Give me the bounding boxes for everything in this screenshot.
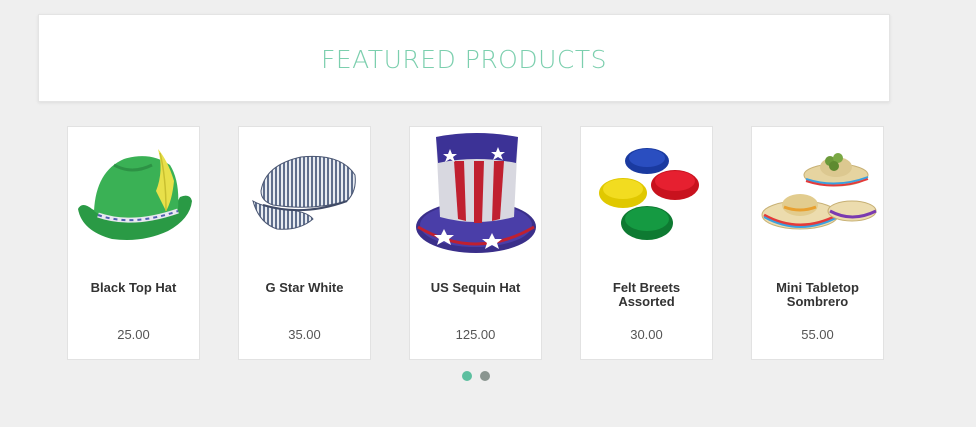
product-price: 30.00 (630, 327, 663, 342)
product-card[interactable]: Black Top Hat 25.00 (67, 126, 200, 360)
product-card[interactable]: G Star White 35.00 (238, 126, 371, 360)
mini-sombreros-icon (761, 153, 877, 230)
featured-products-header: FEATURED PRODUCTS (38, 14, 890, 102)
felt-berets-icon (599, 148, 699, 240)
section-title: FEATURED PRODUCTS (320, 45, 608, 74)
green-feather-hat-icon (78, 149, 192, 240)
product-card[interactable]: Felt Breets Assorted 30.00 (580, 126, 713, 360)
product-price: 125.00 (455, 327, 496, 342)
product-name[interactable]: US Sequin Hat (414, 281, 537, 295)
product-name[interactable]: Mini Tabletop Sombrero (756, 281, 879, 309)
striped-engineer-cap-icon (252, 155, 356, 230)
product-card[interactable]: Mini Tabletop Sombrero 55.00 (751, 126, 884, 360)
product-price: 35.00 (288, 327, 321, 342)
product-name[interactable]: G Star White (243, 281, 366, 295)
product-name[interactable]: Black Top Hat (72, 281, 195, 295)
product-card[interactable]: US Sequin Hat 125.00 (409, 126, 542, 360)
product-price: 55.00 (801, 327, 834, 342)
product-name[interactable]: Felt Breets Assorted (585, 281, 708, 309)
product-price: 25.00 (117, 327, 150, 342)
carousel-dot-2[interactable] (480, 371, 490, 381)
sequin-uncle-sam-hat-icon (416, 133, 536, 253)
carousel-dot-1[interactable] (462, 371, 472, 381)
